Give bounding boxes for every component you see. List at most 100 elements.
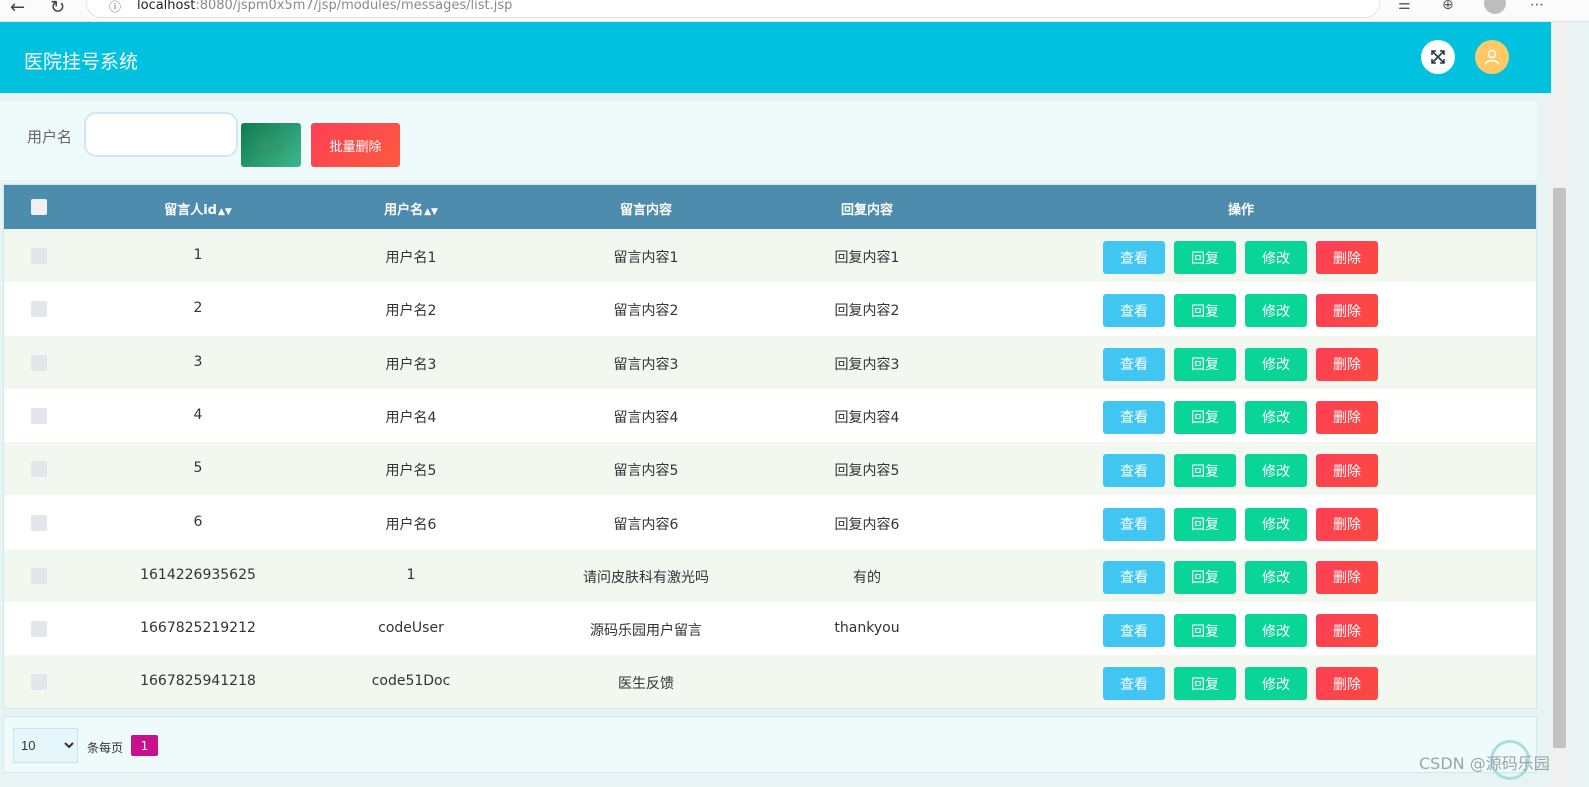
cell-sender-id: 1	[193, 247, 203, 263]
reply-button[interactable]: 回复	[1174, 400, 1236, 434]
view-button[interactable]: 查看	[1103, 560, 1165, 594]
back-icon[interactable]: ←	[10, 0, 25, 18]
reply-button[interactable]: 回复	[1174, 347, 1236, 381]
app-header: 医院挂号系统	[0, 22, 1551, 93]
view-button[interactable]: 查看	[1103, 507, 1165, 541]
cell-sender-id: 6	[193, 513, 203, 530]
delete-button[interactable]: 删除	[1316, 294, 1378, 328]
edit-button[interactable]: 修改	[1245, 560, 1307, 594]
reply-button[interactable]: 回复	[1174, 614, 1236, 648]
view-button[interactable]: 查看	[1103, 241, 1165, 274]
reply-button[interactable]: 回复	[1174, 454, 1236, 488]
column-header-username[interactable]: 用户名▲▼	[384, 199, 438, 218]
view-button[interactable]: 查看	[1103, 294, 1165, 328]
sort-icon[interactable]: ▲▼	[424, 207, 438, 217]
delete-button[interactable]: 删除	[1316, 400, 1378, 434]
cell-sender-id: 3	[193, 353, 203, 370]
edit-button[interactable]: 修改	[1245, 614, 1307, 648]
fullscreen-button[interactable]	[1421, 40, 1455, 74]
table-row: 1667825219212 codeUser 源码乐园用户留言 thankyou 查看回…	[4, 602, 1536, 656]
row-checkbox[interactable]	[31, 354, 47, 371]
sort-icon[interactable]: ▲▼	[218, 207, 232, 217]
cell-reply: thankyou	[834, 620, 900, 637]
user-icon	[1484, 49, 1500, 65]
fullscreen-icon	[1431, 50, 1445, 64]
row-checkbox[interactable]	[31, 567, 47, 584]
edit-button[interactable]: 修改	[1245, 347, 1307, 381]
row-checkbox[interactable]	[31, 248, 47, 264]
reload-icon[interactable]: ↻	[50, 0, 65, 18]
address-bar[interactable]: ⓘ localhost:8080/jspm0x5m7/jsp/modules/m…	[86, 0, 1380, 18]
row-checkbox[interactable]	[31, 301, 47, 318]
browser-toolbar: ← ↻ ⓘ localhost:8080/jspm0x5m7/jsp/modul…	[0, 0, 1589, 22]
cell-reply: 回复内容5	[834, 463, 900, 480]
view-button[interactable]: 查看	[1103, 614, 1165, 648]
site-info-icon[interactable]: ⓘ	[109, 0, 121, 15]
username-search-input[interactable]	[84, 112, 238, 157]
reply-button[interactable]: 回复	[1174, 294, 1236, 328]
page-number-button[interactable]: 1	[131, 735, 158, 756]
delete-button[interactable]: 删除	[1316, 507, 1378, 541]
collections-icon[interactable]: ⊕	[1442, 0, 1454, 13]
reply-button[interactable]: 回复	[1174, 560, 1236, 594]
delete-button[interactable]: 删除	[1316, 241, 1378, 274]
favorites-list-icon[interactable]: ☰	[1398, 0, 1411, 13]
table-row: 2 用户名2 留言内容2 回复内容2 查看 回复 修改 删除	[4, 282, 1536, 336]
row-checkbox[interactable]	[31, 514, 47, 531]
table-row: 4 用户名4 留言内容4 回复内容4 查看 回复 修改 删除	[4, 388, 1536, 442]
per-page-label: 条每页	[87, 741, 124, 755]
delete-button[interactable]: 删除	[1316, 667, 1378, 701]
edit-button[interactable]: 修改	[1245, 507, 1307, 541]
cell-username: 用户名3	[385, 356, 437, 373]
cell-username: 用户名4	[385, 409, 437, 426]
watermark: CSDN @源码乐园	[1419, 754, 1550, 773]
batch-delete-button[interactable]: 批量删除	[311, 123, 400, 167]
cell-sender-id: 1614226935625	[140, 566, 256, 583]
column-header-sender-id[interactable]: 留言人id▲▼	[164, 199, 232, 218]
reply-button[interactable]: 回复	[1174, 241, 1236, 274]
user-menu-button[interactable]	[1475, 40, 1509, 74]
view-button[interactable]: 查看	[1103, 400, 1165, 434]
delete-button[interactable]: 删除	[1316, 614, 1378, 648]
page-size-select[interactable]: 10	[13, 728, 78, 763]
delete-button[interactable]: 删除	[1316, 560, 1378, 594]
select-all-checkbox[interactable]	[31, 199, 47, 215]
delete-button[interactable]: 删除	[1316, 347, 1378, 381]
edit-button[interactable]: 修改	[1245, 241, 1307, 274]
row-checkbox[interactable]	[31, 407, 47, 424]
cell-sender-id: 5	[193, 460, 203, 477]
view-button[interactable]: 查看	[1103, 347, 1165, 381]
edit-button[interactable]: 修改	[1245, 400, 1307, 434]
cell-username: 用户名5	[385, 463, 437, 480]
view-button[interactable]: 查看	[1103, 454, 1165, 488]
cell-content: 留言内容1	[613, 250, 679, 266]
favorite-icon[interactable]: ☆	[1349, 0, 1362, 2]
messages-table: 留言人id▲▼ 用户名▲▼ 留言内容 回复内容 操作 1 用户名1 留言内容1 回复内…	[3, 184, 1537, 709]
page-scrollbar-thumb[interactable]	[1553, 188, 1566, 748]
row-checkbox[interactable]	[31, 461, 47, 478]
cell-username: 1	[406, 566, 416, 583]
edit-button[interactable]: 修改	[1245, 667, 1307, 701]
table-row: 1 用户名1 留言内容1 回复内容1 查看 回复 修改 删除	[4, 229, 1536, 282]
url-host: localhost	[137, 0, 196, 13]
row-checkbox[interactable]	[31, 621, 47, 638]
edit-button[interactable]: 修改	[1245, 454, 1307, 488]
edit-button[interactable]: 修改	[1245, 294, 1307, 328]
row-checkbox[interactable]	[31, 674, 47, 691]
url-text[interactable]: localhost:8080/jspm0x5m7/jsp/modules/mes…	[137, 0, 512, 13]
username-search-label: 用户名	[27, 128, 73, 146]
query-button[interactable]: 查询	[241, 123, 301, 167]
cell-reply: 回复内容3	[834, 356, 900, 373]
cell-reply: 回复内容1	[834, 250, 900, 266]
view-button[interactable]: 查看	[1103, 667, 1165, 701]
reply-button[interactable]: 回复	[1174, 667, 1236, 701]
url-path: :8080/jspm0x5m7/jsp/modules/messages/lis…	[195, 0, 513, 13]
reply-button[interactable]: 回复	[1174, 507, 1236, 541]
profile-avatar-icon[interactable]	[1484, 0, 1506, 14]
delete-button[interactable]: 删除	[1316, 454, 1378, 488]
more-menu-icon[interactable]: ⋯	[1530, 0, 1544, 13]
table-row: 6 用户名6 留言内容6 回复内容6 查看 回复 修改 删除	[4, 495, 1536, 549]
read-aloud-icon[interactable]: A	[1315, 0, 1325, 2]
cell-content: 医生反馈	[618, 676, 674, 693]
cell-content: 源码乐园用户留言	[590, 623, 702, 640]
